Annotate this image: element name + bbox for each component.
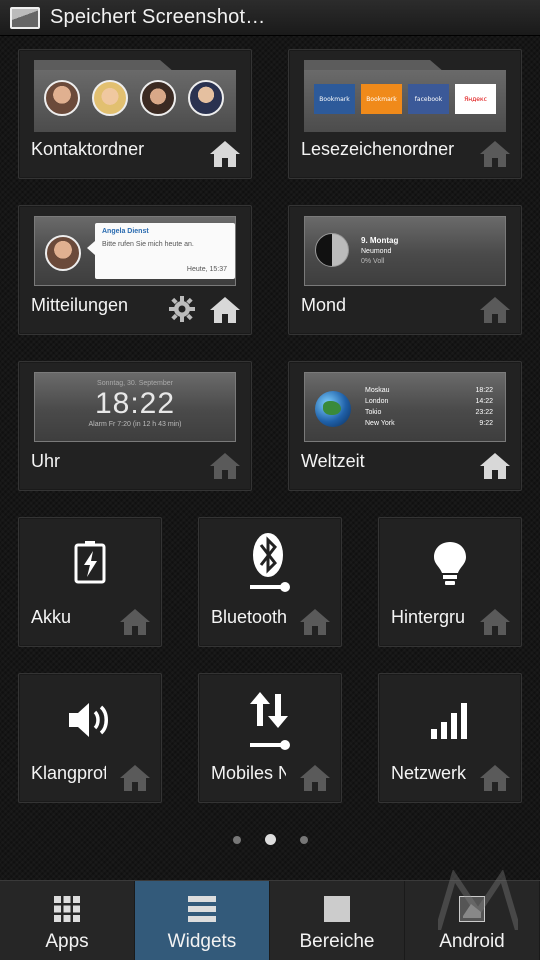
page-dot[interactable] (232, 835, 241, 844)
widget-battery[interactable]: Akku (18, 517, 162, 647)
notification-preview: Angela Dienst Bitte rufen Sie mich heute… (34, 216, 236, 286)
page-dot[interactable] (299, 835, 308, 844)
widget-bookmarks[interactable]: Bookmark Bookmark facebook Яндекс Leseze… (288, 49, 522, 179)
data-transfer-icon (199, 690, 341, 752)
home-icon[interactable] (119, 608, 151, 636)
globe-icon (315, 391, 351, 427)
home-icon[interactable] (119, 764, 151, 792)
watermark-logo (438, 870, 518, 930)
bookmarks-folder-preview: Bookmark Bookmark facebook Яндекс (304, 60, 506, 132)
widget-sound[interactable]: Klangprofil (18, 673, 162, 803)
widget-label: Mitteilungen (31, 295, 129, 315)
speaker-icon (19, 700, 161, 740)
tab-label: Apps (45, 931, 89, 952)
widget-label: Hintergrund (391, 607, 466, 627)
widget-label: Kontaktordner (31, 139, 145, 159)
city-row: Moskau 18:22 (365, 387, 493, 394)
tab-label: Android (439, 931, 505, 952)
bookmark-thumb: Яндекс (455, 84, 496, 114)
notification-sender: Angela Dienst (102, 228, 149, 235)
home-icon[interactable] (479, 608, 511, 636)
avatar (140, 80, 176, 116)
widget-background[interactable]: Hintergrund (378, 517, 522, 647)
widget-contacts[interactable]: Kontaktordner (18, 49, 252, 179)
widget-notifications[interactable]: Angela Dienst Bitte rufen Sie mich heute… (18, 205, 252, 335)
widget-network[interactable]: Netzwerk (378, 673, 522, 803)
city-row: New York 9:22 (365, 419, 493, 427)
bluetooth-icon (199, 532, 341, 596)
widget-label: Lesezeichenordner (301, 139, 455, 159)
list-icon (188, 895, 216, 923)
moon-preview: 9. Montag Neumond 0% Voll (304, 216, 506, 286)
widget-label: Mobiles Netz (211, 763, 286, 783)
home-icon[interactable] (209, 296, 241, 324)
tab-widgets[interactable]: Widgets (135, 881, 270, 960)
widget-label: Akku (31, 607, 72, 627)
signal-bars-icon (379, 702, 521, 740)
widget-label: Netzwerk (391, 763, 466, 783)
status-bar: Speichert Screenshot… (0, 0, 540, 36)
notification-bubble: Angela Dienst Bitte rufen Sie mich heute… (87, 223, 235, 279)
moon-phase: Neumond (361, 247, 392, 255)
home-icon[interactable] (479, 296, 511, 324)
widget-worldtime[interactable]: Moskau 18:22 London 14:22 Tokio 23:22 New Y… (288, 361, 522, 491)
worldtime-preview: Moskau 18:22 London 14:22 Tokio 23:22 New Y… (304, 372, 506, 442)
tab-bereiche[interactable]: Bereiche (270, 881, 405, 960)
widget-bluetooth[interactable]: Bluetooth (198, 517, 342, 647)
page-indicator[interactable] (0, 834, 540, 845)
home-icon[interactable] (299, 608, 331, 636)
widget-moon[interactable]: 9. Montag Neumond 0% Voll Mond (288, 205, 522, 335)
home-icon[interactable] (209, 140, 241, 168)
widget-clock[interactable]: Sonntag, 30. September 18:22 Alarm Fr 7:… (18, 361, 252, 491)
widget-label: Klangprofil (31, 763, 106, 783)
avatar (92, 80, 128, 116)
square-icon (324, 895, 350, 923)
page-dot-active[interactable] (264, 834, 276, 845)
home-icon[interactable] (209, 452, 241, 480)
city-row: Tokio 23:22 (365, 408, 493, 416)
screenshot-icon (10, 6, 40, 29)
moon-icon (315, 233, 349, 267)
widget-label: Weltzeit (301, 451, 365, 471)
home-icon[interactable] (479, 140, 511, 168)
status-title: Speichert Screenshot… (50, 6, 266, 28)
bookmark-thumb: facebook (408, 84, 449, 114)
gear-icon[interactable] (169, 296, 195, 322)
lightbulb-icon (379, 540, 521, 586)
widget-label: Mond (301, 295, 347, 315)
home-icon[interactable] (299, 764, 331, 792)
avatar (188, 80, 224, 116)
widget-mobile-data[interactable]: Mobiles Netz (198, 673, 342, 803)
clock-preview: Sonntag, 30. September 18:22 Alarm Fr 7:… (34, 372, 236, 442)
avatar (45, 235, 81, 271)
clock-alarm: Alarm Fr 7:20 (in 12 h 43 min) (88, 421, 182, 428)
contacts-folder-preview (34, 60, 236, 132)
clock-time: 18:22 (94, 387, 176, 420)
moon-date: 9. Montag (361, 236, 399, 245)
battery-icon (19, 540, 161, 584)
tab-apps[interactable]: Apps (0, 881, 135, 960)
widget-label: Bluetooth (211, 607, 286, 627)
bookmark-thumb: Bookmark (314, 84, 355, 114)
notification-time: Heute, 15:37 (186, 266, 227, 273)
grid-icon (54, 895, 80, 923)
tab-label: Widgets (167, 931, 237, 952)
widget-label: Uhr (31, 451, 61, 471)
home-icon[interactable] (479, 764, 511, 792)
tab-label: Bereiche (299, 931, 375, 952)
clock-date: Sonntag, 30. September (97, 380, 173, 387)
avatar (44, 80, 80, 116)
bookmark-thumb: Bookmark (361, 84, 402, 114)
home-icon[interactable] (479, 452, 511, 480)
notification-message: Bitte rufen Sie mich heute an. (102, 241, 194, 248)
city-row: London 14:22 (365, 397, 493, 405)
moon-percent: 0% Voll (361, 257, 385, 265)
